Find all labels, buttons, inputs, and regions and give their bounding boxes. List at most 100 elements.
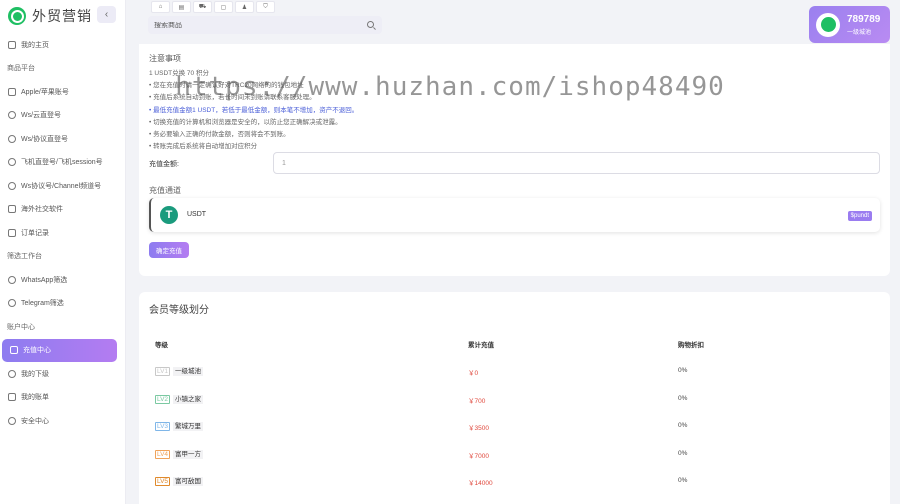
- brand[interactable]: 外贸营销: [8, 6, 92, 26]
- sidebar-item[interactable]: Ws/协议直登号: [0, 127, 126, 151]
- level-discount: 0%: [678, 367, 688, 374]
- user-card[interactable]: 789789 一级城池: [809, 6, 890, 43]
- sidebar-item-label: 充值中心: [23, 347, 51, 355]
- quick-tool-button[interactable]: ▤: [172, 1, 191, 13]
- user-level: 一级城池: [847, 29, 872, 36]
- mail-icon: [8, 87, 16, 96]
- amount-row: 充值金额:: [149, 152, 880, 174]
- level-name: 富可敌国: [173, 477, 203, 486]
- sidebar-item[interactable]: Ws/云直登号: [0, 104, 126, 128]
- sidebar-item[interactable]: 充值中心: [2, 338, 117, 362]
- sidebar-item[interactable]: WhatsApp筛选: [0, 268, 126, 292]
- level-discount: 0%: [678, 449, 688, 457]
- level-name: 小镇之家: [173, 394, 203, 404]
- sidebar-item-label: 我的主页: [21, 41, 49, 49]
- sidebar-item-label: 海外社交软件: [21, 206, 63, 214]
- confirm-recharge-button[interactable]: 确定充值: [149, 242, 189, 258]
- table-row: LV4 富甲一方 ￥7000 0%: [155, 440, 875, 468]
- level-discount: 0%: [678, 394, 688, 402]
- sidebar-item-label: 安全中心: [21, 417, 49, 425]
- notice-line: 1 USDT兑换 70 积分: [149, 70, 209, 77]
- sidebar-item-label: Ws/云直登号: [21, 112, 62, 120]
- level-amount: ￥7000: [468, 452, 489, 460]
- sidebar-item-label: WhatsApp筛选: [21, 276, 68, 284]
- sidebar-collapse-button[interactable]: ‹: [97, 6, 116, 23]
- sidebar-item[interactable]: 我的下级: [0, 362, 126, 386]
- sidebar-item-label: Ws协议号/Channel频道号: [21, 182, 102, 190]
- sidebar-item[interactable]: Ws协议号/Channel频道号: [0, 174, 126, 198]
- sidebar-item-label: 我的下级: [21, 370, 49, 378]
- level-amount: ￥0: [468, 370, 479, 377]
- whatsapp-logo-icon: [8, 7, 26, 25]
- level-table: 等级 累计充值 购物折扣 LV1 一级城池 ￥0 0% LV2 小镇之家 ￥700 0% LV3…: [155, 329, 875, 495]
- user-icon: [8, 369, 16, 378]
- header-discount: 购物折扣: [678, 342, 704, 349]
- channel-badge: $pundt: [847, 211, 872, 221]
- sidebar-item-label: 飞机直登号/飞机session号: [21, 159, 103, 167]
- topbar: ⌂ ▤ ⛟ ▢ ♟ ⛉: [139, 0, 890, 44]
- avatar: [816, 12, 840, 37]
- level-name: 繁城万里: [173, 422, 203, 431]
- table-row: LV2 小镇之家 ￥700 0%: [155, 385, 875, 413]
- search-input[interactable]: [154, 21, 354, 29]
- brand-name: 外贸营销: [32, 8, 92, 24]
- notice-line: • 切换充值的计算机和浏览器是安全的，以防止您正确解决或泄露。: [149, 118, 342, 126]
- table-row: LV3 繁城万里 ￥3500 0%: [155, 412, 875, 440]
- sidebar-item-label: Telegram筛选: [21, 300, 64, 308]
- header-total: 累计充值: [468, 342, 494, 349]
- level-name: 富甲一方: [173, 449, 203, 459]
- sidebar-item[interactable]: 我的主页: [0, 33, 126, 57]
- table-row: LV5 富可敌国 ￥14000 0%: [155, 467, 875, 495]
- order-icon: [8, 228, 16, 237]
- table-header: 等级 累计充值 购物折扣: [155, 329, 875, 357]
- sidebar-item[interactable]: 我的账单: [0, 386, 126, 410]
- level-badge: LV3: [155, 422, 170, 431]
- notice-line: • 您在充值时请一定确认好对TRC20网络的的钱包地址: [149, 82, 304, 90]
- whatsapp-icon: [8, 275, 16, 284]
- sidebar-item[interactable]: 海外社交软件: [0, 198, 126, 222]
- wallet-icon: [10, 346, 18, 355]
- search-bar: [148, 16, 382, 34]
- quick-tool-button[interactable]: ⛟: [193, 1, 212, 13]
- recharge-card: 注意事项 1 USDT兑换 70 积分 • 您在充值时请一定确认好对TRC20网络…: [139, 44, 890, 276]
- channel-label: USDT: [187, 211, 207, 218]
- search-icon[interactable]: [367, 21, 374, 28]
- level-discount: 0%: [678, 422, 688, 429]
- sidebar-item[interactable]: 安全中心: [0, 409, 126, 433]
- nav-section-label: 账户中心: [7, 323, 35, 331]
- notice-line: • 务必要输入正确的付款金额，否则将会不到账。: [149, 130, 290, 138]
- telegram-icon: [8, 299, 16, 308]
- level-title: 会员等级划分: [149, 305, 209, 316]
- level-name: 一级城池: [173, 367, 203, 376]
- header-level: 等级: [155, 342, 168, 349]
- bill-icon: [8, 393, 16, 402]
- whatsapp-icon: [8, 111, 16, 120]
- sidebar-item-label: Ws/协议直登号: [21, 135, 69, 143]
- level-discount: 0%: [678, 477, 688, 484]
- shield-icon: [8, 416, 16, 425]
- notice-line: • 充值后系统自动到账，若长时间未到账请联系客服处理。: [149, 94, 316, 102]
- sidebar-item[interactable]: Telegram筛选: [0, 292, 126, 316]
- quick-tool-button[interactable]: ♟: [235, 1, 254, 13]
- amount-input[interactable]: [273, 152, 880, 174]
- level-badge: LV1: [155, 367, 170, 376]
- sidebar-item-label: 订单记录: [21, 229, 49, 237]
- sidebar-item[interactable]: 订单记录: [0, 221, 126, 245]
- sidebar-item[interactable]: Apple/苹果账号: [0, 80, 126, 104]
- level-badge: LV4: [155, 449, 170, 459]
- level-amount: ￥14000: [468, 480, 493, 487]
- sidebar-item[interactable]: 飞机直登号/飞机session号: [0, 151, 126, 175]
- grid-icon: [8, 205, 16, 214]
- channel-option-usdt[interactable]: T USDT $pundt: [149, 198, 880, 232]
- notice-line: • 最低充值金额1 USDT，若低于最低金额，则本笔不增加，资产不退回。: [149, 106, 359, 114]
- sidebar-nav: 我的主页 商品平台 Apple/苹果账号 Ws/云直登号 Ws/协议直登号 飞机直登号/飞…: [0, 33, 126, 433]
- quick-tools: ⌂ ▤ ⛟ ▢ ♟ ⛉: [151, 1, 275, 13]
- quick-tool-button[interactable]: ⌂: [151, 1, 170, 13]
- member-level-card: 会员等级划分 等级 累计充值 购物折扣 LV1 一级城池 ￥0 0% LV2 小镇之家 ￥7…: [139, 292, 890, 504]
- table-row: LV1 一级城池 ￥0 0%: [155, 357, 875, 385]
- whatsapp-icon: [8, 134, 16, 143]
- quick-tool-button[interactable]: ▢: [214, 1, 233, 13]
- user-id: 789789: [847, 13, 881, 25]
- quick-tool-button[interactable]: ⛉: [256, 1, 275, 13]
- level-rows: LV1 一级城池 ￥0 0% LV2 小镇之家 ￥700 0% LV3 繁城万里 ￥3500 0% LV…: [155, 357, 875, 495]
